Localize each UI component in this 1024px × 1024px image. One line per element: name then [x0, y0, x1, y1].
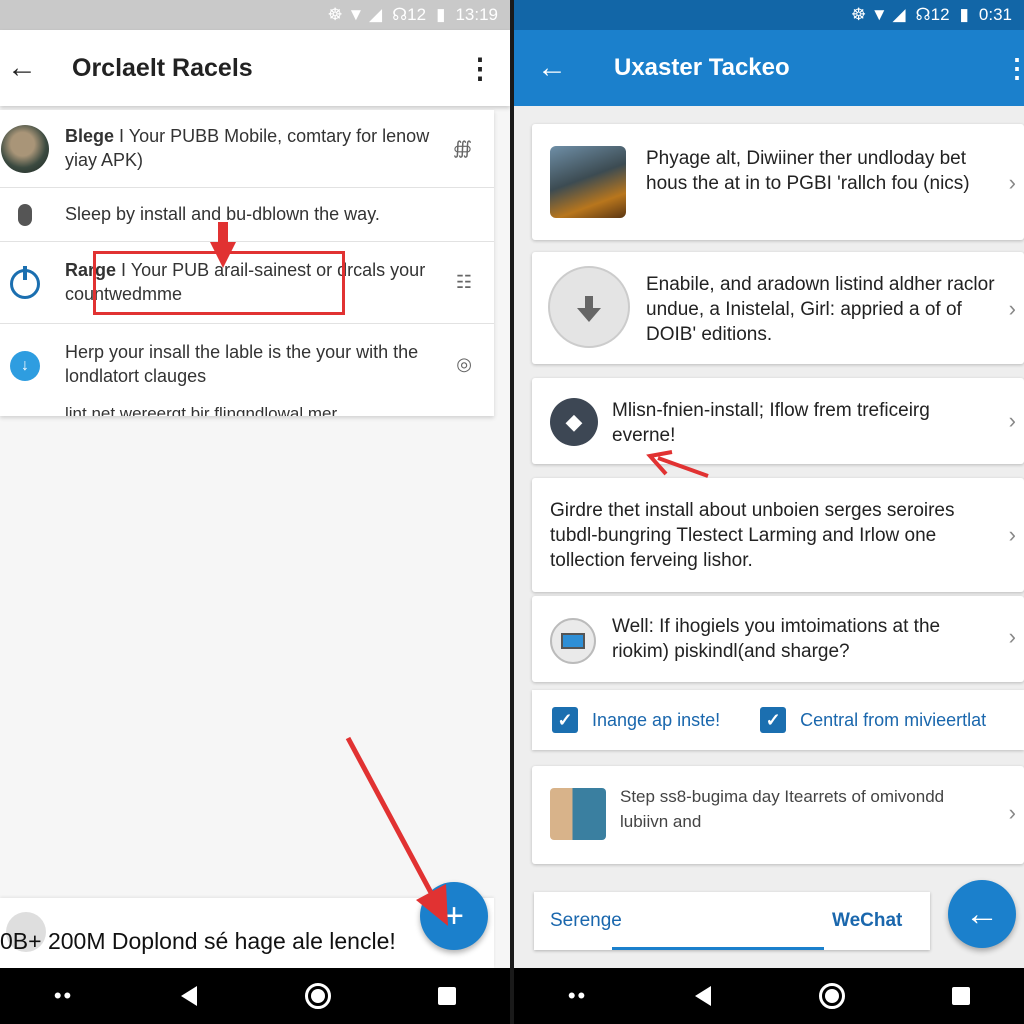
- list-item-text: Blege I Your PUBB Mobile, comtary for le…: [65, 126, 430, 170]
- power-icon: [0, 266, 50, 300]
- list-item[interactable]: ↓ Herp your insall the lable is the your…: [0, 324, 494, 416]
- chevron-right-icon: ›: [1008, 408, 1016, 433]
- more-vert-icon[interactable]: ⋮: [1004, 53, 1024, 84]
- wifi-icon: ☊12: [392, 5, 427, 24]
- tab-wechat[interactable]: WeChat: [832, 910, 902, 932]
- battery-icon: ▮: [436, 5, 446, 24]
- chevron-right-icon: ›: [1008, 624, 1016, 649]
- menu-dots-icon[interactable]: ••: [54, 983, 73, 1009]
- nav-back-icon[interactable]: [694, 986, 711, 1006]
- list-item[interactable]: Sleep by install and bu-dblown the way.: [0, 188, 494, 242]
- nav-recents-icon[interactable]: [438, 987, 457, 1005]
- menu-dots-icon[interactable]: ••: [568, 983, 587, 1009]
- checkbox-icon[interactable]: ✓: [760, 707, 787, 733]
- left-phone-screen: ☸ ▼ ◢ ☊12 ▮ 13:19 ← Orclaelt Racels ⋮ Bl…: [0, 0, 510, 1024]
- system-nav-bar: ••: [0, 968, 510, 1024]
- card-text: Phyage alt, Diwiiner ther undloday bet h…: [646, 148, 970, 194]
- download-icon: [548, 266, 630, 348]
- chevron-right-icon: ›: [1008, 170, 1016, 195]
- card-text: Mlisn-fnien-install; Iflow frem treficei…: [612, 400, 930, 446]
- chevron-right-icon: ›: [1008, 522, 1016, 547]
- back-arrow-icon[interactable]: ←: [534, 51, 570, 85]
- status-time: 13:19: [455, 5, 498, 24]
- game-thumbnail: [550, 788, 606, 840]
- right-phone-screen: ☸ ▼ ◢ ☊12 ▮ 0:31 ← Uxaster Tackeo ⋮ Phya…: [514, 0, 1024, 1024]
- list-card[interactable]: Step ss8-bugima day Itearrets of omivond…: [532, 766, 1024, 864]
- tab-bar: Serenge WeChat: [534, 892, 930, 950]
- nav-back-icon[interactable]: [180, 986, 197, 1006]
- back-arrow-icon[interactable]: ←: [4, 51, 40, 85]
- status-bar: ☸ ▼ ◢ ☊12 ▮ 0:31: [514, 0, 1024, 30]
- checkbox-label: Central from mivieertlat: [800, 709, 987, 730]
- layers-icon: ◆: [550, 398, 598, 446]
- checkbox-icon[interactable]: ✓: [552, 707, 578, 733]
- nav-recents-icon[interactable]: [952, 987, 971, 1005]
- system-nav-bar: ••: [514, 968, 1024, 1024]
- annotation-arrow-down-icon: [210, 222, 236, 268]
- list-card[interactable]: Phyage alt, Diwiiner ther undloday bet h…: [532, 124, 1024, 240]
- tab-serenge[interactable]: Serenge: [550, 910, 622, 932]
- app-bar: ← Uxaster Tackeo ⋮: [514, 30, 1024, 106]
- status-bar: ☸ ▼ ◢ ☊12 ▮ 13:19: [0, 0, 510, 30]
- card-text: Well: If ihogiels you imtoimations at th…: [612, 616, 941, 662]
- banner-text: 0B+ 200M Doplond sé hage ale lencle!: [0, 928, 396, 954]
- page-title: Uxaster Tackeo: [614, 54, 790, 81]
- nav-home-icon[interactable]: [304, 983, 331, 1009]
- lock-icon[interactable]: ☷: [456, 272, 472, 293]
- list-item-text: Herp your insall the lable is the your w…: [65, 342, 419, 386]
- list-card[interactable]: Well: If ihogiels you imtoimations at th…: [532, 596, 1024, 682]
- tab-indicator: [612, 947, 824, 950]
- card-text: Step ss8-bugima day Itearrets of omivond…: [620, 787, 945, 831]
- list-item-text: Sleep by install and bu-dblown the way.: [65, 204, 380, 224]
- arrow-icon: ←: [965, 894, 999, 933]
- list-card[interactable]: Enabile, and aradown listind aldher racl…: [532, 252, 1024, 364]
- options-row: ✓ Inange ap inste! ✓ Central from miviee…: [532, 690, 1024, 750]
- card-text: Girdre thet install about unboien serges…: [550, 500, 955, 571]
- avatar: [0, 125, 50, 173]
- list-item[interactable]: Blege I Your PUBB Mobile, comtary for le…: [0, 110, 494, 188]
- monitor-icon: [550, 618, 596, 664]
- settings-icon[interactable]: ◎: [456, 354, 472, 375]
- annotation-arrow-icon: [345, 736, 448, 926]
- action-button[interactable]: ←: [948, 880, 1016, 948]
- battery-icon: ▮: [959, 5, 969, 24]
- list-card[interactable]: Girdre thet install about unboien serges…: [532, 478, 1024, 592]
- chevron-right-icon: ›: [1008, 296, 1016, 321]
- signal-icons: ☸ ▼ ◢: [327, 5, 383, 24]
- chevron-right-icon: ›: [1008, 800, 1016, 825]
- page-title: Orclaelt Racels: [72, 53, 253, 82]
- checkbox-option[interactable]: ✓ Inange ap inste!: [552, 707, 720, 733]
- expand-icon[interactable]: ∰: [453, 138, 472, 159]
- download-icon: ↓: [0, 350, 50, 382]
- card-text: Enabile, and aradown listind aldher racl…: [646, 274, 995, 345]
- wifi-icon: ☊12: [915, 5, 950, 24]
- checkbox-label: Inange ap inste!: [592, 709, 721, 730]
- nav-home-icon[interactable]: [818, 983, 845, 1009]
- checkbox-option[interactable]: ✓ Central from mivieertlat: [760, 707, 986, 733]
- game-thumbnail: [550, 146, 626, 218]
- status-time: 0:31: [978, 5, 1012, 24]
- more-vert-icon[interactable]: ⋮: [460, 52, 500, 85]
- list-item-text: lint net wereergt bir flingndlowal mer: [65, 404, 338, 416]
- list-card[interactable]: ◆ Mlisn-fnien-install; Iflow frem trefic…: [532, 378, 1024, 464]
- app-bar: ← Orclaelt Racels ⋮: [0, 30, 510, 106]
- signal-icons: ☸ ▼ ◢: [850, 5, 906, 24]
- mic-icon: [0, 202, 50, 228]
